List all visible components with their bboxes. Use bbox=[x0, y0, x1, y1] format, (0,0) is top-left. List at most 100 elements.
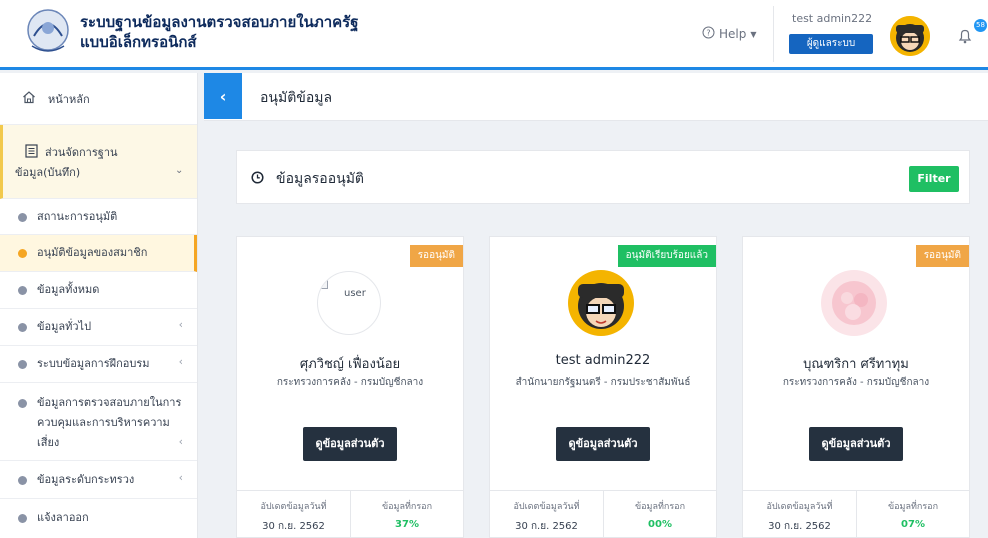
sidebar-group-database-management[interactable]: ส่วนจัดการฐานข้อมูล(บันทึก) ⌄ bbox=[0, 125, 197, 199]
updated-date-label: อัปเดตข้อมูลวันที่ bbox=[766, 502, 833, 512]
bullet-icon bbox=[18, 360, 27, 369]
page-title: อนุมัติข้อมูล bbox=[260, 90, 333, 106]
user-role-badge: ผู้ดูแลระบบ bbox=[789, 34, 873, 54]
chevron-down-icon: ⌄ bbox=[175, 165, 184, 176]
sidebar-item-label: อนุมัติข้อมูลของสมาชิก bbox=[37, 246, 148, 259]
sidebar-item-home[interactable]: หน้าหลัก bbox=[0, 73, 197, 125]
bullet-icon bbox=[18, 323, 27, 332]
bullet-icon bbox=[18, 399, 27, 408]
sidebar: หน้าหลัก ส่วนจัดการฐานข้อมูล(บันทึก) ⌄ ส… bbox=[0, 73, 198, 538]
government-seal-logo bbox=[24, 6, 72, 58]
card-footer: อัปเดตข้อมูลวันที่ 30 ก.ย. 2562 ข้อมูลที… bbox=[237, 490, 463, 538]
panel-title-text: ข้อมูลรออนุมัติ bbox=[276, 171, 365, 187]
updated-date-label: อัปเดตข้อมูลวันที่ bbox=[260, 502, 327, 512]
chevron-left-icon: ‹ bbox=[178, 435, 183, 448]
chevron-left-icon: ‹ bbox=[178, 355, 183, 368]
sidebar-item-training-data[interactable]: ระบบข้อมูลการฝึกอบรม ‹ bbox=[0, 346, 197, 383]
member-organization: กระทรวงการคลัง - กรมบัญชีกลาง bbox=[782, 377, 930, 388]
header-divider bbox=[773, 6, 774, 62]
avatar bbox=[568, 270, 634, 336]
filter-button[interactable]: Filter bbox=[909, 166, 959, 192]
collapse-sidebar-button[interactable]: ‹ bbox=[204, 73, 242, 119]
member-card: รออนุมัติ บุณฑริกา ศรีทาทุม กระทรวงการคล… bbox=[742, 236, 970, 538]
top-header: ระบบฐานข้อมูลงานตรวจสอบภายในภาครัฐ แบบอิ… bbox=[0, 0, 988, 70]
system-title-line1: ระบบฐานข้อมูลงานตรวจสอบภายในภาครัฐ bbox=[80, 13, 359, 31]
sidebar-item-approval-status[interactable]: สถานะการอนุมัติ bbox=[0, 199, 197, 235]
bullet-icon bbox=[18, 286, 27, 295]
sidebar-item-label: แจ้งลาออก bbox=[37, 511, 89, 524]
bullet-icon bbox=[18, 514, 27, 523]
bell-icon[interactable] bbox=[958, 28, 972, 48]
sidebar-item-label: สถานะการอนุมัติ bbox=[37, 210, 118, 223]
user-avatar[interactable] bbox=[890, 16, 930, 56]
filled-percent: ข้อมูลที่กรอก 00% bbox=[603, 491, 716, 538]
caret-down-icon: ▼ bbox=[750, 29, 757, 39]
svg-text:?: ? bbox=[706, 29, 710, 38]
card-footer: อัปเดตข้อมูลวันที่ 30 ก.ย. 2562 ข้อมูลที… bbox=[743, 490, 969, 538]
sidebar-item-approve-member-data[interactable]: อนุมัติข้อมูลของสมาชิก bbox=[0, 235, 197, 272]
chevron-left-icon: ‹ bbox=[178, 318, 183, 331]
home-icon bbox=[22, 90, 36, 107]
updated-date-value: 30 ก.ย. 2562 bbox=[262, 521, 325, 532]
sidebar-item-all-data[interactable]: ข้อมูลทั้งหมด bbox=[0, 272, 197, 309]
member-name: บุณฑริกา ศรีทาทุม bbox=[803, 357, 909, 372]
avatar-alt-text: user bbox=[344, 288, 366, 299]
filled-percent-value: 07% bbox=[901, 519, 925, 530]
filled-percent: ข้อมูลที่กรอก 37% bbox=[350, 491, 463, 538]
view-profile-button[interactable]: ดูข้อมูลส่วนตัว bbox=[556, 427, 650, 461]
updated-date-value: 30 ก.ย. 2562 bbox=[768, 521, 831, 532]
card-footer: อัปเดตข้อมูลวันที่ 30 ก.ย. 2562 ข้อมูลที… bbox=[490, 490, 716, 538]
help-circle-icon: ? bbox=[702, 26, 715, 42]
view-profile-button[interactable]: ดูข้อมูลส่วนตัว bbox=[809, 427, 903, 461]
sidebar-item-resignation[interactable]: แจ้งลาออก bbox=[0, 499, 197, 535]
current-user-name: test admin222 bbox=[792, 12, 873, 25]
updated-date: อัปเดตข้อมูลวันที่ 30 ก.ย. 2562 bbox=[237, 491, 350, 538]
notification-count-badge: 58 bbox=[974, 19, 987, 32]
updated-date-value: 30 ก.ย. 2562 bbox=[515, 521, 578, 532]
panel-title: ข้อมูลรออนุมัติ bbox=[251, 168, 364, 190]
filled-percent-value: 37% bbox=[395, 519, 419, 530]
avatar: user bbox=[317, 271, 381, 335]
filled-percent-value: 00% bbox=[648, 519, 672, 530]
view-profile-button[interactable]: ดูข้อมูลส่วนตัว bbox=[303, 427, 397, 461]
sidebar-item-ministry-data[interactable]: ข้อมูลระดับกระทรวง ‹ bbox=[0, 461, 197, 499]
avatar bbox=[821, 270, 887, 336]
status-badge: รออนุมัติ bbox=[409, 245, 463, 267]
sidebar-item-label: ข้อมูลการตรวจสอบภายในการควบคุมและการบริห… bbox=[37, 396, 182, 449]
filled-percent-label: ข้อมูลที่กรอก bbox=[887, 502, 939, 512]
sidebar-item-internal-audit-data[interactable]: ข้อมูลการตรวจสอบภายในการควบคุมและการบริห… bbox=[0, 383, 197, 461]
sidebar-group-label: ส่วนจัดการฐานข้อมูล(บันทึก) bbox=[15, 146, 118, 179]
help-menu[interactable]: ? Help ▼ bbox=[702, 26, 757, 42]
broken-image-icon bbox=[318, 274, 328, 293]
page-header: ‹ อนุมัติข้อมูล bbox=[204, 73, 988, 121]
sidebar-item-label: ระบบข้อมูลการฝึกอบรม bbox=[37, 357, 150, 370]
sidebar-item-label: ข้อมูลทั่วไป bbox=[37, 320, 92, 333]
chevron-left-icon: ‹ bbox=[219, 86, 227, 106]
bullet-icon bbox=[18, 476, 27, 485]
updated-date-label: อัปเดตข้อมูลวันที่ bbox=[513, 502, 580, 512]
system-title: ระบบฐานข้อมูลงานตรวจสอบภายในภาครัฐ แบบอิ… bbox=[80, 12, 359, 52]
status-badge: อนุมัติเรียบร้อยแล้ว bbox=[617, 245, 716, 267]
member-card: อนุมัติเรียบร้อยแล้ว test admin222 สำนัก… bbox=[489, 236, 717, 538]
system-title-line2: แบบอิเล็กทรอนิกส์ bbox=[80, 33, 197, 51]
help-label: Help bbox=[719, 27, 747, 41]
member-name: ศุภวิชญ์ เฟื่องน้อย bbox=[299, 357, 401, 372]
sidebar-item-label: ข้อมูลระดับกระทรวง bbox=[37, 473, 135, 486]
clock-icon bbox=[251, 170, 264, 188]
pending-approval-panel: ข้อมูลรออนุมัติ Filter bbox=[236, 150, 970, 204]
bullet-icon bbox=[18, 213, 27, 222]
bullet-icon bbox=[18, 249, 27, 258]
filled-percent-label: ข้อมูลที่กรอก bbox=[381, 502, 433, 512]
status-badge: รออนุมัติ bbox=[915, 245, 969, 267]
filled-percent-label: ข้อมูลที่กรอก bbox=[634, 502, 686, 512]
member-name: test admin222 bbox=[555, 353, 651, 368]
member-card: รออนุมัติ user ศุภวิชญ์ เฟื่องน้อย กระทร… bbox=[236, 236, 464, 538]
updated-date: อัปเดตข้อมูลวันที่ 30 ก.ย. 2562 bbox=[490, 491, 603, 538]
member-organization: กระทรวงการคลัง - กรมบัญชีกลาง bbox=[276, 377, 424, 388]
sidebar-item-label: ข้อมูลทั้งหมด bbox=[37, 283, 100, 296]
chevron-left-icon: ‹ bbox=[178, 471, 183, 484]
sidebar-item-general-data[interactable]: ข้อมูลทั่วไป ‹ bbox=[0, 309, 197, 346]
member-organization: สำนักนายกรัฐมนตรี - กรมประชาสัมพันธ์ bbox=[515, 377, 691, 388]
updated-date: อัปเดตข้อมูลวันที่ 30 ก.ย. 2562 bbox=[743, 491, 856, 538]
filled-percent: ข้อมูลที่กรอก 07% bbox=[856, 491, 969, 538]
